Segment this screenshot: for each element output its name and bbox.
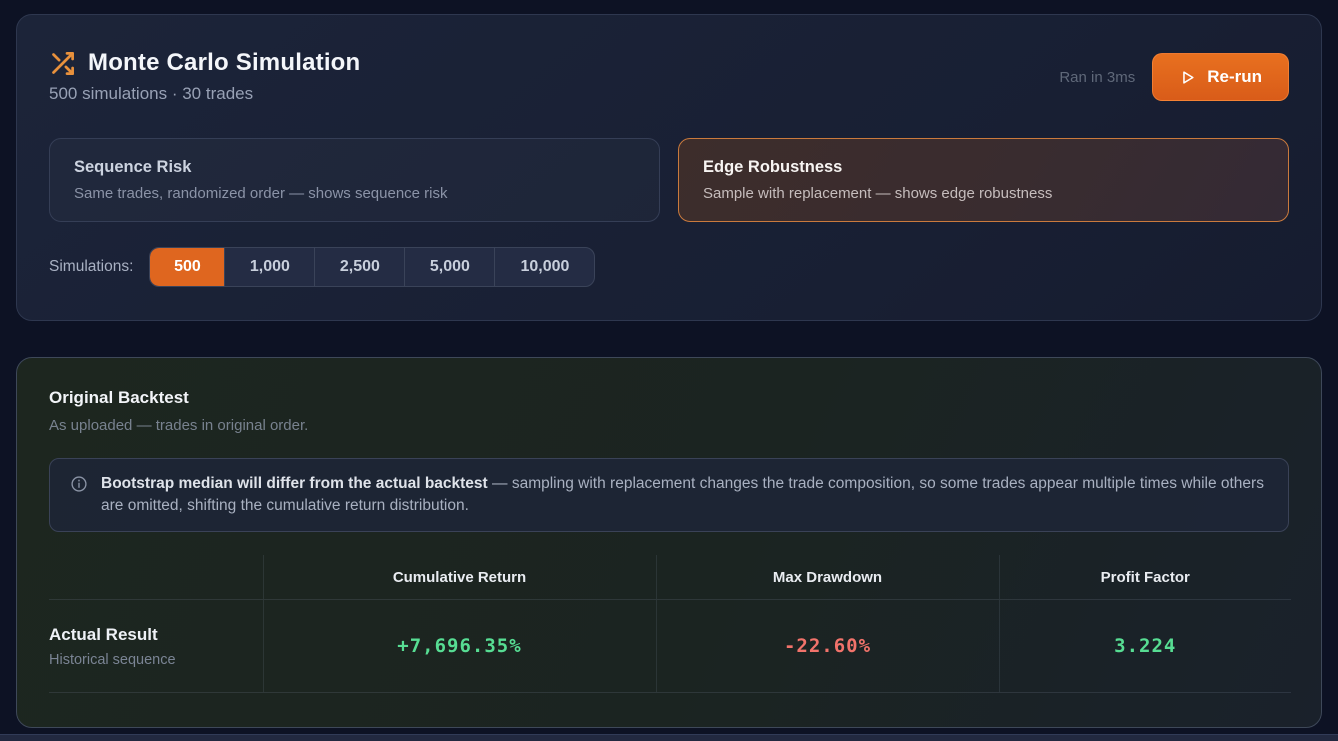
simulation-summary: 500 simulations · 30 trades [49, 84, 254, 103]
monte-carlo-panel: Monte Carlo Simulation 500 simulations ·… [16, 14, 1322, 321]
header-max-drawdown: Max Drawdown [655, 555, 999, 600]
mode-title: Edge Robustness [703, 158, 843, 176]
simulation-count-segmented-control: 500 1,000 2,500 5,000 10,000 [149, 247, 596, 287]
simulation-count-row: Simulations: 500 1,000 2,500 5,000 10,00… [49, 247, 1289, 287]
mode-description: Sample with replacement — shows edge rob… [703, 185, 1053, 202]
mode-card-sequence-risk[interactable]: Sequence Risk Same trades, randomized or… [49, 138, 660, 222]
rerun-button[interactable]: Re-run [1152, 53, 1289, 101]
original-backtest-panel: Original Backtest As uploaded — trades i… [16, 357, 1322, 728]
mode-description: Same trades, randomized order — shows se… [74, 185, 448, 202]
panel-header-right: Ran in 3ms Re-run [1059, 53, 1289, 101]
count-option-500[interactable]: 500 [150, 248, 225, 286]
rerun-button-label: Re-run [1207, 67, 1262, 86]
play-icon [1179, 69, 1196, 86]
bootstrap-note: Bootstrap median will differ from the ac… [49, 458, 1289, 532]
mode-selector: Sequence Risk Same trades, randomized or… [49, 138, 1289, 222]
bootstrap-note-bold: Bootstrap median will differ from the ac… [101, 475, 488, 492]
bootstrap-note-text: Bootstrap median will differ from the ac… [101, 473, 1268, 517]
row-label-cell: Actual Result Historical sequence [49, 599, 263, 693]
backtest-subtitle: As uploaded — trades in original order. [49, 417, 309, 434]
backtest-title: Original Backtest [49, 388, 189, 407]
table-row-actual-result: Actual Result Historical sequence +7,696… [49, 599, 1291, 693]
header-empty-cell [49, 555, 263, 600]
panel-header: Monte Carlo Simulation 500 simulations ·… [49, 49, 1289, 104]
row-sublabel: Historical sequence [49, 651, 176, 668]
backtest-results-table: Cumulative Return Max Drawdown Profit Fa… [49, 555, 1291, 693]
cumulative-return-value: +7,696.35% [262, 599, 656, 693]
count-option-1000[interactable]: 1,000 [224, 248, 314, 286]
info-icon [70, 475, 88, 493]
run-duration-label: Ran in 3ms [1059, 68, 1136, 86]
header-cumulative-return: Cumulative Return [262, 555, 656, 600]
mode-card-edge-robustness[interactable]: Edge Robustness Sample with replacement … [678, 138, 1289, 222]
count-option-2500[interactable]: 2,500 [314, 248, 404, 286]
next-section-edge [0, 734, 1338, 741]
profit-factor-value: 3.224 [998, 599, 1291, 693]
row-label: Actual Result [49, 624, 158, 644]
panel-header-left: Monte Carlo Simulation 500 simulations ·… [49, 49, 360, 104]
page-title: Monte Carlo Simulation [88, 49, 361, 76]
mode-title: Sequence Risk [74, 158, 192, 176]
count-option-10000[interactable]: 10,000 [494, 248, 594, 286]
header-profit-factor: Profit Factor [998, 555, 1291, 600]
shuffle-icon [49, 50, 76, 77]
max-drawdown-value: -22.60% [655, 599, 999, 693]
table-header-row: Cumulative Return Max Drawdown Profit Fa… [49, 555, 1291, 600]
count-option-5000[interactable]: 5,000 [404, 248, 494, 286]
simulations-label: Simulations: [49, 258, 134, 275]
